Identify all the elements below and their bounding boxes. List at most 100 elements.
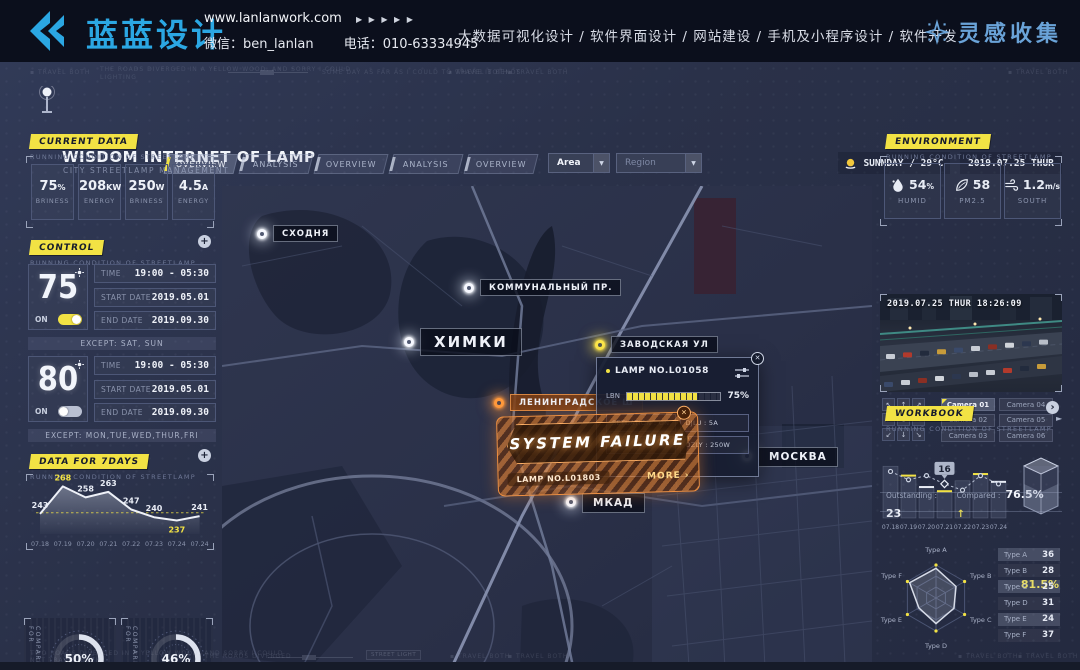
svg-text:07.22: 07.22: [122, 541, 140, 548]
add-schedule-button[interactable]: +: [198, 235, 211, 248]
type-row-type-d[interactable]: Type D31: [998, 597, 1060, 610]
type-label: Type F: [1004, 631, 1026, 639]
sun-icon: [844, 157, 857, 170]
schedule-rows: TIME19:00 - 05:30START DATE2019.05.01END…: [94, 356, 216, 422]
svg-text:07.22: 07.22: [954, 524, 971, 531]
control-header: CONTROL RUNNING CONDITION OF STREETLAMP: [30, 234, 196, 267]
env-stat-humid: 54%HUMID: [884, 163, 941, 219]
tab-analysis-4[interactable]: ANALYSIS: [389, 154, 464, 174]
tab-marker: [464, 157, 470, 171]
stat-value: 208KW: [79, 179, 120, 194]
current-stat-energy: 208KWENERGY: [78, 164, 121, 220]
data7days-tag: DATA FOR 7DAYS: [29, 454, 149, 469]
brightness-row: LBN 75%: [606, 391, 749, 401]
decor-text: ▪ TRAVEL BOTH: [30, 69, 90, 76]
decor-text: ▪ TRAVEL BOTH: [958, 653, 1018, 660]
schedule-block-1: 75ONTIME19:00 - 05:30START DATE2019.05.0…: [28, 264, 216, 350]
camera-timestamp: 2019.07.25 THUR 18:26:09: [887, 299, 1022, 309]
city-map[interactable]: СХОДНЯКОММУНАЛЬНЫЙ ПР.ХИМКИЗАВОДСКАЯ УЛЛ…: [222, 186, 872, 670]
svg-text:07.23: 07.23: [972, 524, 989, 531]
close-icon[interactable]: ✕: [677, 406, 691, 420]
env-stat-pm25: 58PM2.5: [944, 163, 1001, 219]
map-pin-yellow[interactable]: [595, 340, 605, 350]
brightness-bar[interactable]: [626, 392, 722, 401]
promo-banner: 蓝蓝设计 www.lanlanwork.com ▶ ▶ ▶ ▶ ▶ 微信：ben…: [0, 0, 1080, 62]
footer-bar: [0, 662, 1080, 670]
type-row-type-a[interactable]: Type A36: [998, 548, 1060, 561]
workbook-3d-gauge: [1018, 454, 1064, 520]
map-label[interactable]: МОСКВА: [758, 447, 838, 467]
workbook-next-button[interactable]: ›: [1046, 401, 1059, 414]
tab-analysis-2[interactable]: ANALYSIS: [239, 154, 314, 174]
wechat-id: 微信：ben_lanlan: [204, 37, 314, 52]
schedule-field-end-date: END DATE2019.09.30: [94, 311, 216, 330]
more-label: MORE: [647, 470, 681, 481]
svg-text:Type F: Type F: [880, 572, 902, 580]
current-stat-briness: 250WBRINESS: [125, 164, 168, 220]
svg-text:16: 16: [938, 465, 951, 475]
svg-text:243: 243: [32, 501, 49, 510]
environment-panel: 54%HUMID58PM2.51.2m/sSOUTH: [880, 156, 1062, 226]
map-label[interactable]: КОММУНАЛЬНЫЙ ПР.: [480, 279, 621, 296]
expand-chart-button[interactable]: +: [198, 449, 211, 462]
stat-label: ENERGY: [173, 197, 214, 205]
env-value: 58: [973, 177, 990, 192]
stat-label: BRINESS: [32, 197, 73, 205]
website-url[interactable]: www.lanlanwork.com: [204, 11, 342, 26]
region-select[interactable]: Region ▼: [616, 153, 702, 173]
streetlamp-dashboard: 蓝蓝设计 www.lanlanwork.com ▶ ▶ ▶ ▶ ▶ 微信：ben…: [0, 0, 1080, 670]
type-row-type-e[interactable]: Type E24: [998, 613, 1060, 626]
website-link[interactable]: www.lanlanwork.com ▶ ▶ ▶ ▶ ▶: [204, 11, 415, 26]
except-bar: EXCEPT: MON,TUE,WED,THUR,FRI: [28, 429, 216, 442]
tab-overview-3[interactable]: OVERVIEW: [314, 154, 389, 174]
type-value: 37: [1042, 630, 1054, 640]
alert-title: SYSTEM FAILURE: [509, 431, 686, 454]
decor-slider: [228, 72, 308, 73]
schedule-toggle[interactable]: [58, 314, 82, 325]
map-label[interactable]: МКАД: [582, 493, 645, 513]
popup-header: LAMP NO.L01058: [606, 366, 709, 376]
svg-text:07.20: 07.20: [77, 541, 95, 548]
map-label[interactable]: ХИМКИ: [420, 328, 522, 356]
chevron-right-icon: ›: [685, 470, 690, 480]
map-pin-orange[interactable]: [494, 398, 504, 408]
map-label[interactable]: СХОДНЯ: [273, 225, 338, 242]
type-list: Type A36 Type B28 Type C25 Type D31 Type E24…: [998, 548, 1060, 642]
svg-text:Type A: Type A: [924, 546, 947, 554]
type-value: 28: [1042, 566, 1054, 576]
svg-text:263: 263: [100, 479, 117, 488]
camera-next-arrow[interactable]: ►: [1056, 414, 1062, 423]
type-row-type-f[interactable]: Type F 37: [998, 629, 1060, 642]
type-row-type-b[interactable]: Type B28: [998, 564, 1060, 577]
except-bar: EXCEPT: SAT, SUN: [28, 337, 216, 350]
svg-text:Type D: Type D: [924, 642, 947, 650]
status-dot: [606, 369, 610, 373]
schedule-toggle[interactable]: [58, 406, 82, 417]
leaf-icon: [955, 178, 969, 192]
tab-label: ANALYSIS: [403, 160, 449, 169]
chevron-down-icon[interactable]: ▼: [685, 154, 701, 172]
close-icon[interactable]: ✕: [751, 352, 764, 365]
svg-text:07.19: 07.19: [54, 541, 72, 548]
map-pin-white[interactable]: [257, 229, 267, 239]
svg-text:237: 237: [168, 526, 185, 535]
map-label[interactable]: ЗАВОДСКАЯ УЛ: [611, 336, 718, 353]
chevron-down-icon[interactable]: ▼: [593, 154, 609, 172]
workbook-bar-chart: 1607.1807.1907.2007.2107.2207.2307.24: [880, 454, 1014, 538]
area-select[interactable]: Area ▼: [548, 153, 610, 173]
tab-marker: [389, 157, 395, 171]
svg-text:07.19: 07.19: [900, 524, 917, 531]
map-pin-white[interactable]: [566, 497, 576, 507]
map-pin-white[interactable]: [464, 283, 474, 293]
more-button[interactable]: MORE ›: [647, 470, 690, 481]
inspiration-collect[interactable]: 灵感收集: [924, 16, 1062, 48]
svg-text:07.24: 07.24: [191, 541, 209, 548]
map-pin-white[interactable]: [404, 337, 414, 347]
stat-value: 75%: [32, 179, 73, 194]
type-row-type-c[interactable]: Type C25: [998, 580, 1060, 593]
sliders-icon[interactable]: [734, 367, 750, 379]
dim-level-value: 75: [32, 267, 83, 306]
env-label: SOUTH: [1005, 197, 1060, 205]
tab-overview-5[interactable]: OVERVIEW: [464, 154, 539, 174]
current-data-panel: 75%BRINESS208KWENERGY250WBRINESS4.5AENER…: [26, 156, 214, 228]
